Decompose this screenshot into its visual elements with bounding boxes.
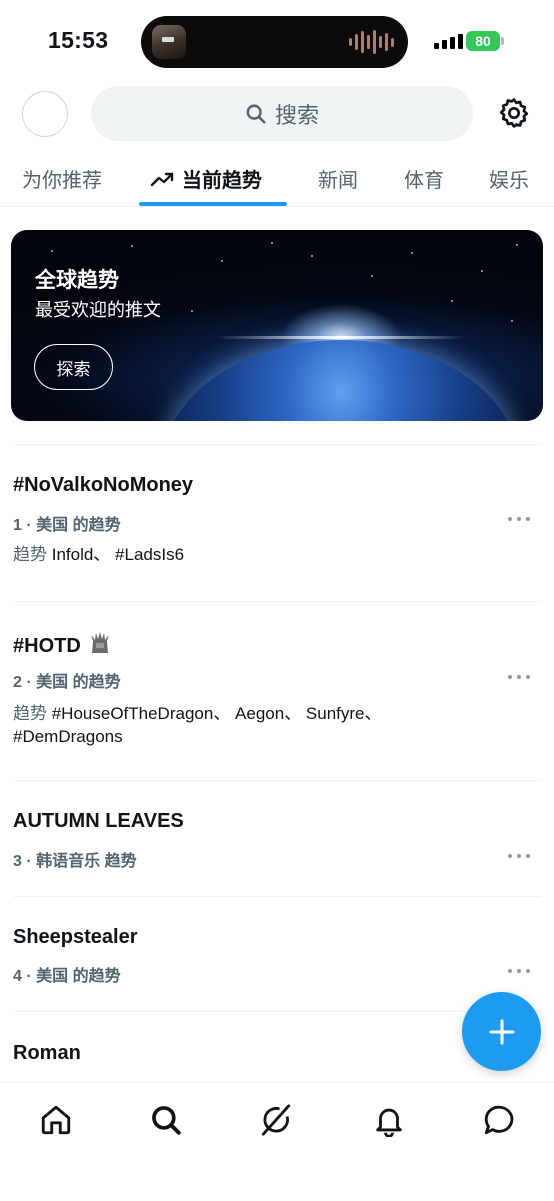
divider — [13, 780, 541, 781]
banner-subtitle: 最受欢迎的推文 — [35, 300, 161, 320]
global-trends-banner[interactable]: 全球趋势 最受欢迎的推文 探索 — [11, 230, 543, 421]
iron-throne-icon — [91, 632, 110, 653]
more-options-icon[interactable] — [508, 517, 530, 523]
trend-related: 趋势 #HouseOfTheDragon、 Aegon、 Sunfyre、 #D… — [13, 702, 453, 748]
trend-meta: 1 · 美国 的趋势 — [13, 517, 121, 534]
trend-related-terms[interactable]: #HouseOfTheDragon、 Aegon、 Sunfyre、 #DemD… — [13, 704, 382, 746]
search-icon[interactable] — [149, 1103, 183, 1137]
explore-button[interactable]: 探索 — [34, 344, 113, 390]
tab-entertainment[interactable]: 娱乐 — [489, 164, 529, 193]
trend-name[interactable]: Sheepstealer — [13, 926, 138, 949]
compose-button[interactable] — [462, 992, 541, 1071]
signal-icon — [434, 34, 463, 49]
trend-meta: 2 · 美国 的趋势 — [13, 674, 121, 691]
trend-name[interactable]: #NoValkoNoMoney — [13, 474, 193, 497]
search-bar[interactable]: 搜索 — [91, 86, 473, 141]
search-icon — [246, 104, 266, 124]
trend-related-terms[interactable]: Infold、 #LadsIs6 — [47, 545, 184, 564]
grok-icon[interactable] — [259, 1103, 293, 1137]
more-options-icon[interactable] — [508, 854, 530, 860]
tabs-divider — [0, 206, 554, 207]
trend-name-row[interactable]: #HOTD — [13, 631, 112, 658]
dynamic-island[interactable] — [141, 16, 408, 68]
tab-for-you[interactable]: 为你推荐 — [22, 164, 102, 193]
trend-related-prefix: 趋势 — [13, 704, 47, 723]
divider — [13, 896, 541, 897]
notifications-icon[interactable] — [372, 1103, 406, 1137]
trend-name: #HOTD — [13, 635, 81, 657]
explore-tabs: 为你推荐 当前趋势 新闻 体育 娱乐 — [0, 152, 554, 206]
tab-news[interactable]: 新闻 — [318, 164, 358, 193]
battery-cap — [501, 37, 504, 45]
search-placeholder: 搜索 — [274, 102, 319, 128]
bottom-nav — [0, 1082, 554, 1201]
earth-image — [161, 340, 521, 421]
more-options-icon[interactable] — [508, 675, 530, 681]
home-icon[interactable] — [39, 1103, 73, 1137]
trend-name[interactable]: Roman — [13, 1042, 81, 1065]
trend-meta: 4 · 美国 的趋势 — [13, 968, 121, 985]
divider — [13, 601, 541, 602]
tab-sports[interactable]: 体育 — [404, 164, 444, 193]
trend-related: 趋势 Infold、 #LadsIs6 — [13, 543, 453, 566]
battery-icon: 80 — [466, 31, 500, 51]
trend-name[interactable]: AUTUMN LEAVES — [13, 810, 184, 833]
settings-gear-icon[interactable] — [497, 96, 531, 130]
banner-title: 全球趋势 — [35, 269, 119, 292]
now-playing-artwork — [152, 25, 186, 59]
messages-icon[interactable] — [482, 1103, 516, 1137]
trend-meta: 3 · 韩语音乐 趋势 — [13, 853, 137, 870]
trend-related-prefix: 趋势 — [13, 545, 47, 564]
more-options-icon[interactable] — [508, 969, 530, 975]
divider — [13, 444, 541, 445]
divider — [13, 1011, 541, 1012]
tab-trending[interactable]: 当前趋势 — [150, 164, 262, 193]
sunrise-flare — [216, 336, 466, 339]
tab-trending-label: 当前趋势 — [182, 170, 262, 192]
plus-icon — [489, 1019, 514, 1044]
profile-avatar[interactable] — [22, 91, 68, 137]
audio-wave-icon — [349, 29, 394, 55]
status-time: 15:53 — [48, 27, 109, 53]
trending-arrow-icon — [150, 172, 174, 186]
